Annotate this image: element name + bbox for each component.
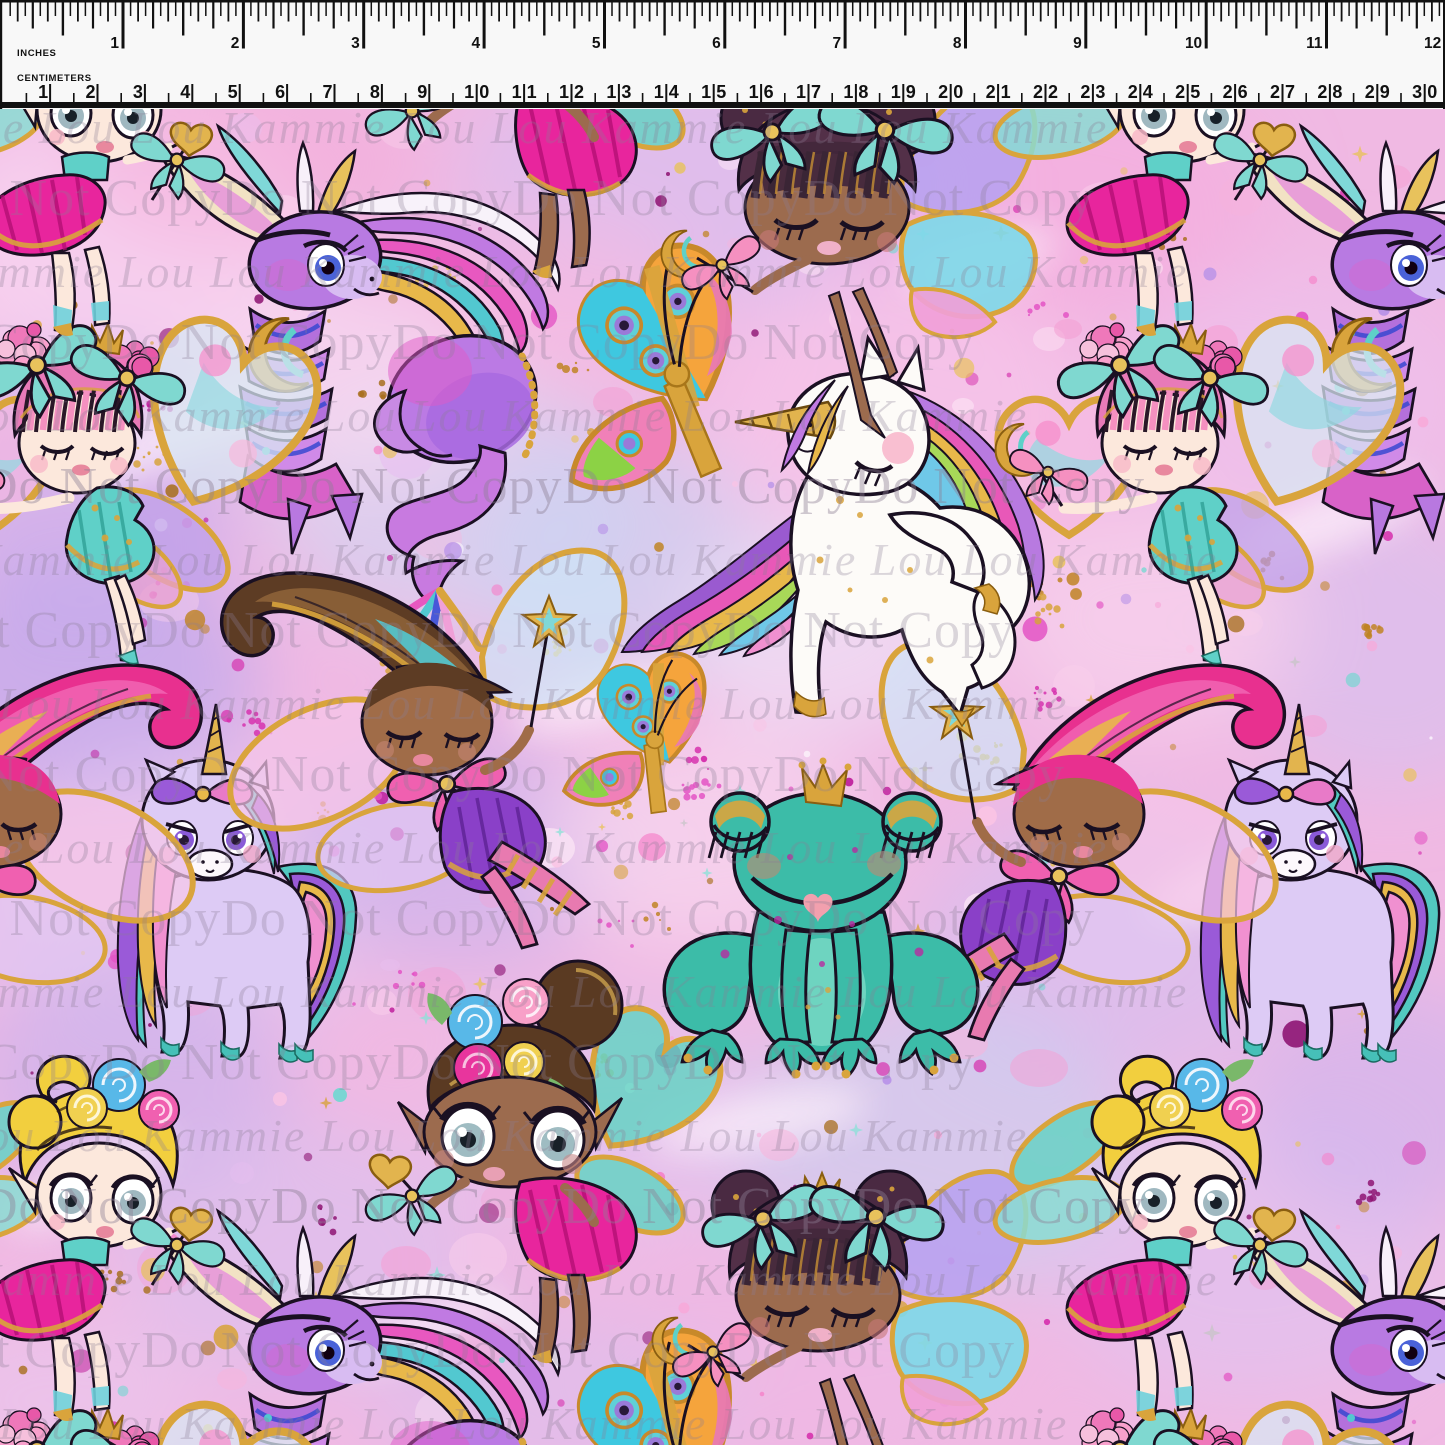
svg-text:5: 5 bbox=[716, 82, 726, 102]
svg-text:2: 2 bbox=[231, 35, 240, 52]
svg-text:5: 5 bbox=[1190, 82, 1200, 102]
svg-text:8: 8 bbox=[1332, 82, 1342, 102]
svg-text:1: 1 bbox=[749, 82, 759, 102]
svg-text:8: 8 bbox=[370, 82, 380, 102]
svg-text:11: 11 bbox=[1306, 35, 1323, 52]
svg-text:3: 3 bbox=[351, 35, 360, 52]
svg-text:1: 1 bbox=[654, 82, 664, 102]
svg-text:8: 8 bbox=[953, 35, 962, 52]
svg-text:10: 10 bbox=[1185, 35, 1202, 52]
svg-text:0: 0 bbox=[479, 82, 489, 102]
svg-text:2: 2 bbox=[938, 82, 948, 102]
svg-text:3: 3 bbox=[621, 82, 631, 102]
svg-text:0: 0 bbox=[953, 82, 963, 102]
svg-text:7: 7 bbox=[811, 82, 821, 102]
svg-text:6: 6 bbox=[1238, 82, 1248, 102]
svg-text:Do Not CopyDo Not CopyDo Not C: Do Not CopyDo Not CopyDo Not CopyDo Not … bbox=[0, 1178, 1145, 1235]
svg-text:2: 2 bbox=[1365, 82, 1375, 102]
svg-text:1: 1 bbox=[891, 82, 901, 102]
svg-text:Do Not CopyDo Not CopyDo Not C: Do Not CopyDo Not CopyDo Not CopyDo Not … bbox=[0, 746, 1065, 803]
svg-text:Kammie Lou Lou Kammie Lou Lou: Kammie Lou Lou Kammie Lou Lou Kammie Lou… bbox=[0, 1254, 1218, 1305]
svg-text:3: 3 bbox=[1412, 82, 1422, 102]
svg-text:Do Not CopyDo Not CopyDo Not C: Do Not CopyDo Not CopyDo Not CopyDo Not … bbox=[0, 458, 1145, 515]
svg-text:Do Not CopyDo Not CopyDo Not C: Do Not CopyDo Not CopyDo Not CopyDo Not … bbox=[0, 1034, 975, 1091]
svg-text:1: 1 bbox=[606, 82, 616, 102]
svg-text:4: 4 bbox=[471, 35, 480, 52]
svg-text:Kammie Lou Lou Kammie Lou Lou: Kammie Lou Lou Kammie Lou Lou Kammie Lou… bbox=[0, 678, 1068, 729]
svg-text:INCHES: INCHES bbox=[17, 48, 57, 59]
svg-text:Do Not CopyDo Not CopyDo Not C: Do Not CopyDo Not CopyDo Not CopyDo Not … bbox=[0, 602, 1015, 659]
svg-text:7: 7 bbox=[1285, 82, 1295, 102]
svg-text:2: 2 bbox=[1128, 82, 1138, 102]
svg-text:7: 7 bbox=[832, 35, 841, 52]
svg-text:3: 3 bbox=[1095, 82, 1105, 102]
svg-text:9: 9 bbox=[1073, 35, 1082, 52]
svg-text:3: 3 bbox=[133, 82, 143, 102]
svg-text:9: 9 bbox=[417, 82, 427, 102]
svg-text:Kammie Lou Lou Kammie Lou Lou: Kammie Lou Lou Kammie Lou Lou Kammie Lou… bbox=[0, 822, 1108, 873]
svg-text:6: 6 bbox=[275, 82, 285, 102]
svg-text:9: 9 bbox=[906, 82, 916, 102]
svg-text:4: 4 bbox=[180, 82, 190, 102]
svg-text:Kammie Lou Lou Kammie Lou Lou: Kammie Lou Lou Kammie Lou Lou Kammie Lou… bbox=[0, 390, 1028, 441]
svg-text:1: 1 bbox=[512, 82, 522, 102]
svg-text:1: 1 bbox=[38, 82, 48, 102]
svg-text:Kammie Lou Lou Kammie Lou Lou: Kammie Lou Lou Kammie Lou Lou Kammie Lou… bbox=[0, 1110, 1028, 1161]
svg-text:2: 2 bbox=[1270, 82, 1280, 102]
svg-text:Kammie Lou Lou Kammie Lou Lou: Kammie Lou Lou Kammie Lou Lou Kammie Lou… bbox=[0, 534, 1218, 585]
svg-text:1: 1 bbox=[843, 82, 853, 102]
svg-text:Kammie Lou Lou Kammie Lou Lou: Kammie Lou Lou Kammie Lou Lou Kammie Lou… bbox=[0, 966, 1188, 1017]
svg-text:2: 2 bbox=[574, 82, 584, 102]
svg-text:Do Not CopyDo Not CopyDo Not C: Do Not CopyDo Not CopyDo Not CopyDo Not … bbox=[0, 170, 1095, 227]
svg-text:1: 1 bbox=[559, 82, 569, 102]
svg-text:6: 6 bbox=[712, 35, 721, 52]
svg-text:Kammie Lou Lou Kammie Lou Lou: Kammie Lou Lou Kammie Lou Lou Kammie Lou… bbox=[0, 1398, 1068, 1445]
svg-text:0: 0 bbox=[1427, 82, 1437, 102]
svg-text:1: 1 bbox=[701, 82, 711, 102]
svg-text:1: 1 bbox=[796, 82, 806, 102]
svg-text:9: 9 bbox=[1380, 82, 1390, 102]
svg-text:4: 4 bbox=[1143, 82, 1153, 102]
svg-text:4: 4 bbox=[669, 82, 679, 102]
svg-text:Kammie Lou Lou Kammie Lou Lou: Kammie Lou Lou Kammie Lou Lou Kammie Lou… bbox=[0, 102, 1108, 153]
svg-text:Do Not CopyDo Not CopyDo Not C: Do Not CopyDo Not CopyDo Not CopyDo Not … bbox=[0, 890, 1095, 947]
svg-text:1: 1 bbox=[1001, 82, 1011, 102]
svg-text:2: 2 bbox=[986, 82, 996, 102]
svg-text:5: 5 bbox=[228, 82, 238, 102]
svg-text:2: 2 bbox=[1048, 82, 1058, 102]
svg-text:5: 5 bbox=[592, 35, 601, 52]
svg-text:2: 2 bbox=[1080, 82, 1090, 102]
svg-text:2: 2 bbox=[85, 82, 95, 102]
svg-text:8: 8 bbox=[858, 82, 868, 102]
svg-text:12: 12 bbox=[1424, 35, 1441, 52]
svg-text:Do Not CopyDo Not CopyDo Not C: Do Not CopyDo Not CopyDo Not CopyDo Not … bbox=[0, 1322, 1015, 1379]
svg-text:CENTIMETERS: CENTIMETERS bbox=[17, 73, 92, 84]
svg-text:6: 6 bbox=[764, 82, 774, 102]
svg-text:7: 7 bbox=[322, 82, 332, 102]
svg-text:Kammie Lou Lou Kammie Lou Lou: Kammie Lou Lou Kammie Lou Lou Kammie Lou… bbox=[0, 246, 1188, 297]
svg-text:1: 1 bbox=[464, 82, 474, 102]
svg-text:1: 1 bbox=[110, 35, 119, 52]
svg-text:2: 2 bbox=[1317, 82, 1327, 102]
svg-text:2: 2 bbox=[1033, 82, 1043, 102]
svg-text:Do Not CopyDo Not CopyDo Not C: Do Not CopyDo Not CopyDo Not CopyDo Not … bbox=[0, 314, 975, 371]
svg-text:1: 1 bbox=[527, 82, 537, 102]
svg-text:2: 2 bbox=[1223, 82, 1233, 102]
svg-text:2: 2 bbox=[1175, 82, 1185, 102]
